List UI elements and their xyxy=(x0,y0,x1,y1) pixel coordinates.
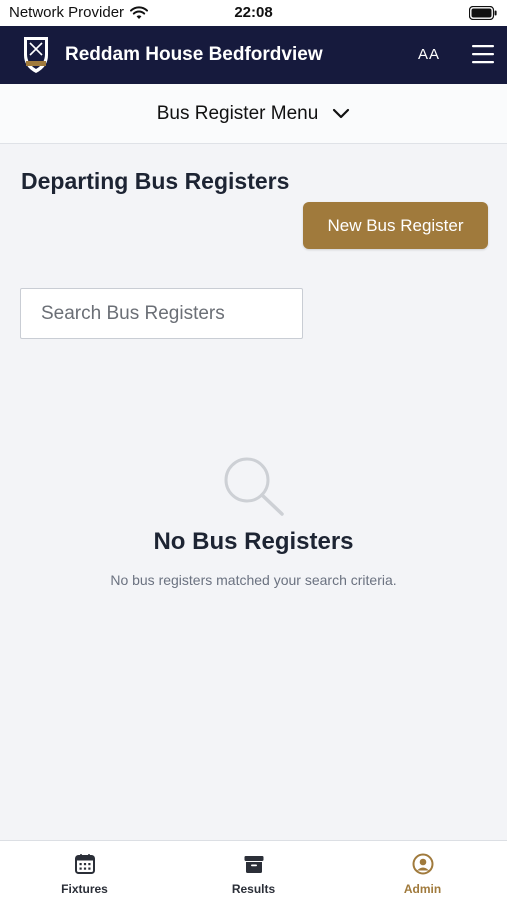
status-bar: Network Provider 22:08 xyxy=(0,0,507,26)
archive-box-icon xyxy=(244,856,263,873)
tab-fixtures-label: Fixtures xyxy=(61,882,108,896)
battery-icon xyxy=(468,5,497,21)
tab-results-label: Results xyxy=(231,882,276,896)
tab-admin[interactable]: Admin xyxy=(338,841,507,900)
hamburger-icon[interactable] xyxy=(471,43,495,65)
bottom-tab-bar: Fixtures Results Admin xyxy=(0,840,507,900)
new-bus-register-button[interactable]: New Bus Register xyxy=(303,202,488,249)
calendar-icon xyxy=(74,854,95,874)
tab-results[interactable]: Results xyxy=(169,841,338,900)
tab-admin-label: Admin xyxy=(403,882,442,896)
school-crest-icon[interactable] xyxy=(20,33,52,75)
status-indicators xyxy=(468,5,497,25)
bus-register-menu-label: Bus Register Menu xyxy=(156,102,319,124)
app-header: Reddam House Bedfordview AA xyxy=(0,26,507,84)
empty-state-description: No bus registers matched your search cri… xyxy=(110,572,397,588)
status-time: 22:08 xyxy=(234,4,273,21)
tab-fixtures[interactable]: Fixtures xyxy=(0,841,169,900)
text-size-button[interactable]: AA xyxy=(418,46,440,63)
page-title: Departing Bus Registers xyxy=(21,168,290,194)
user-circle-icon xyxy=(412,853,433,875)
magnifier-icon xyxy=(224,457,284,516)
bus-register-menu[interactable]: Bus Register Menu xyxy=(0,84,507,144)
app-title: Reddam House Bedfordview xyxy=(65,44,323,65)
search-input[interactable] xyxy=(20,288,303,339)
empty-state-title: No Bus Registers xyxy=(153,528,354,555)
chevron-down-icon xyxy=(333,108,350,118)
